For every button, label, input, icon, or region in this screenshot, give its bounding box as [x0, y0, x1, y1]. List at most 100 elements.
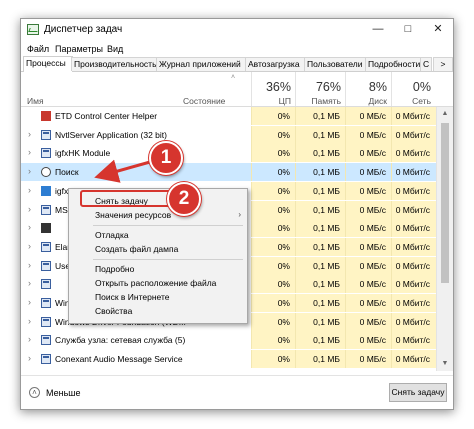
table-row[interactable]: 0% 0,1 МБ 0 МБ/с 0 Мбит/с › Служба узла: сете…: [21, 331, 436, 350]
memory-percent[interactable]: 76%: [295, 80, 341, 94]
expand-chevron-icon[interactable]: ›: [28, 147, 31, 157]
table-row[interactable]: 0% 0,1 МБ 0 МБ/с 0 Мбит/с › Conexant Audio Me…: [21, 350, 436, 369]
expand-chevron-icon[interactable]: ›: [28, 260, 31, 270]
cell-disk: 0 МБ/с: [359, 335, 386, 346]
network-label[interactable]: Сеть: [391, 96, 431, 106]
scroll-up-icon[interactable]: ▲: [437, 107, 453, 121]
expand-chevron-icon[interactable]: ›: [28, 166, 31, 176]
cell-cpu: 0%: [277, 260, 290, 271]
cpu-percent[interactable]: 36%: [251, 80, 291, 94]
table-row[interactable]: 0% 0,1 МБ 0 МБ/с 0 Мбит/с › igfxHK Module: [21, 144, 436, 163]
expand-chevron-icon[interactable]: ›: [28, 129, 31, 139]
cell-net: 0 Мбит/с: [395, 223, 430, 234]
cell-cpu: 0%: [277, 204, 290, 215]
cell-mem: 0,1 МБ: [313, 204, 340, 215]
expand-chevron-icon[interactable]: ›: [28, 334, 31, 344]
window-app-icon: [41, 204, 51, 215]
process-name: Conexant Audio Message Service: [55, 354, 183, 365]
close-button[interactable]: ✕: [423, 19, 453, 41]
menu-bar: Файл Параметры Вид: [21, 41, 453, 57]
cell-cpu: 0%: [277, 335, 290, 346]
window-app-icon: [41, 241, 51, 252]
chevron-right-icon: ›: [238, 210, 241, 219]
cell-cpu: 0%: [277, 167, 290, 178]
menu-options[interactable]: Параметры: [55, 44, 103, 54]
step-badge-1: 1: [149, 141, 183, 175]
table-row[interactable]: 0% 0,1 МБ 0 МБ/с 0 Мбит/с ETD Control Center…: [21, 107, 436, 125]
cell-net: 0 Мбит/с: [395, 298, 430, 308]
ctx-open-file-location[interactable]: Открыть расположение файла: [69, 276, 247, 290]
ctx-details[interactable]: Подробно: [69, 262, 247, 276]
cell-disk: 0 МБ/с: [359, 167, 386, 178]
column-name[interactable]: Имя: [27, 96, 44, 106]
process-name: igfxHK Module: [55, 148, 111, 159]
collapse-icon[interactable]: ˄: [29, 387, 40, 398]
cell-net: 0 Мбит/с: [395, 316, 430, 327]
ctx-resource-values[interactable]: Значения ресурсов ›: [69, 208, 247, 222]
menu-file[interactable]: Файл: [27, 44, 49, 54]
cell-net: 0 Мбит/с: [395, 354, 430, 365]
tab-processes[interactable]: Процессы: [23, 56, 73, 72]
process-name: Поиск: [55, 167, 79, 178]
end-task-button[interactable]: Снять задачу: [389, 383, 447, 402]
vertical-scrollbar[interactable]: ▲ ▼: [436, 107, 453, 371]
expand-chevron-icon[interactable]: ›: [28, 353, 31, 363]
expand-chevron-icon[interactable]: ›: [28, 185, 31, 195]
window-app-icon: [41, 260, 51, 271]
cell-mem: 0,1 МБ: [313, 316, 340, 327]
cpu-label[interactable]: ЦП: [251, 96, 291, 106]
cell-disk: 0 МБ/с: [359, 298, 386, 308]
cell-disk: 0 МБ/с: [359, 316, 386, 327]
expand-chevron-icon[interactable]: ›: [28, 222, 31, 232]
cell-disk: 0 МБ/с: [359, 185, 386, 196]
process-name: Служба узла: сетевая служба (5): [55, 335, 186, 346]
cell-mem: 0,1 МБ: [313, 223, 340, 234]
network-percent[interactable]: 0%: [391, 80, 431, 94]
minimize-button[interactable]: —: [363, 19, 393, 41]
tab-details[interactable]: Подробности: [365, 57, 423, 71]
expand-chevron-icon[interactable]: ›: [28, 204, 31, 214]
ctx-create-dump[interactable]: Создать файл дампа: [69, 242, 247, 256]
cell-disk: 0 МБ/с: [359, 279, 386, 290]
tab-app-history[interactable]: Журнал приложений: [156, 57, 248, 71]
cell-cpu: 0%: [277, 316, 290, 327]
fewer-details-link[interactable]: Меньше: [46, 388, 81, 398]
task-manager-icon: [27, 24, 39, 35]
tab-performance[interactable]: Производительность: [71, 57, 159, 71]
memory-label[interactable]: Память: [295, 96, 341, 106]
expand-chevron-icon[interactable]: ›: [28, 316, 31, 326]
ctx-properties[interactable]: Свойства: [69, 304, 247, 318]
column-status[interactable]: Состояние: [183, 96, 225, 106]
window-app-icon: [41, 279, 51, 290]
cell-mem: 0,1 МБ: [313, 185, 340, 196]
disk-label[interactable]: Диск: [345, 96, 387, 106]
cell-mem: 0,1 МБ: [313, 298, 340, 308]
disk-percent[interactable]: 8%: [345, 80, 387, 94]
menu-view[interactable]: Вид: [107, 44, 123, 54]
tab-users[interactable]: Пользователи: [304, 57, 368, 71]
cell-mem: 0,1 МБ: [313, 354, 340, 365]
table-row[interactable]: 0% 0,1 МБ 0 МБ/с 0 Мбит/с › Поиск: [21, 163, 436, 182]
cell-net: 0 Мбит/с: [395, 260, 430, 271]
expand-chevron-icon[interactable]: ›: [28, 297, 31, 307]
cell-cpu: 0%: [277, 241, 290, 252]
tab-startup[interactable]: Автозагрузка: [245, 57, 307, 71]
cell-net: 0 Мбит/с: [395, 111, 430, 121]
expand-chevron-icon[interactable]: ›: [28, 278, 31, 288]
window-app-icon: [41, 298, 51, 308]
cell-net: 0 Мбит/с: [395, 185, 430, 196]
tab-services[interactable]: С: [420, 57, 432, 71]
cell-net: 0 Мбит/с: [395, 129, 430, 140]
ctx-search-online[interactable]: Поиск в Интернете: [69, 290, 247, 304]
process-name: NvtlServer Application (32 bit): [55, 129, 167, 140]
ctx-debug[interactable]: Отладка: [69, 228, 247, 242]
scroll-down-icon[interactable]: ▼: [437, 357, 453, 371]
scrollbar-thumb[interactable]: [441, 123, 449, 283]
maximize-button[interactable]: □: [393, 19, 423, 41]
window-app-icon: [41, 129, 51, 140]
table-row[interactable]: 0% 0,1 МБ 0 МБ/с 0 Мбит/с › NvtlServer Applic…: [21, 125, 436, 144]
blue-app-icon: [41, 185, 51, 196]
tab-scroll-arrow[interactable]: >: [433, 57, 453, 71]
expand-chevron-icon[interactable]: ›: [28, 241, 31, 251]
cell-mem: 0,1 МБ: [313, 167, 340, 178]
